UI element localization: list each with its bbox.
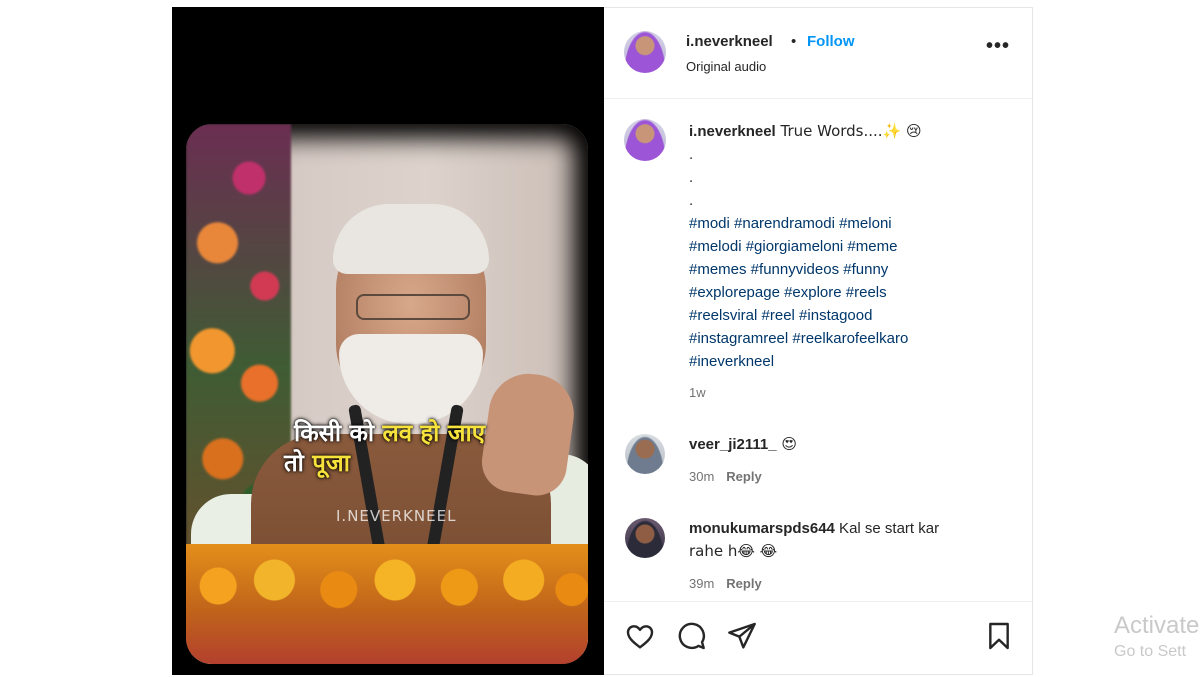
caption-author-avatar[interactable] bbox=[624, 119, 666, 161]
comment-timestamp[interactable]: 30m bbox=[689, 469, 714, 484]
author-username[interactable]: i.neverkneel bbox=[686, 33, 773, 50]
send-icon[interactable] bbox=[726, 620, 758, 652]
marigold-garland bbox=[186, 544, 588, 664]
hashtag-line[interactable]: #memes #funnyvideos #funny bbox=[689, 258, 888, 281]
reel-video[interactable]: किसी को लव हो जाए तो पूजा I.NEVERKNEEL bbox=[172, 7, 604, 675]
post-side-panel: i.neverkneel • Follow Original audio •••… bbox=[604, 7, 1033, 675]
hashtag-line[interactable]: #instagramreel #reelkarofeelkaro bbox=[689, 327, 908, 350]
comment-icon[interactable] bbox=[675, 620, 707, 652]
hashtag-line[interactable]: #explorepage #explore #reels bbox=[689, 281, 887, 304]
video-caption-line-2: तो पूजा bbox=[284, 449, 350, 477]
author-avatar[interactable] bbox=[624, 31, 666, 73]
caption-dot: . bbox=[689, 146, 694, 163]
commenter-avatar[interactable] bbox=[625, 518, 665, 558]
comment-timestamp[interactable]: 39m bbox=[689, 576, 714, 591]
video-caption-line-1: किसी को लव हो जाए bbox=[294, 419, 486, 447]
comment-text-line2: rahe h😂 😂 bbox=[689, 542, 778, 560]
separator-dot: • bbox=[791, 33, 797, 50]
video-watermark: I.NEVERKNEEL bbox=[336, 507, 457, 525]
video-frame: किसी को लव हो जाए तो पूजा I.NEVERKNEEL bbox=[186, 124, 588, 664]
audio-label[interactable]: Original audio bbox=[686, 59, 766, 74]
caption-first-line: i.neverkneel True Words....✨ 😢 bbox=[689, 122, 922, 140]
hashtag-line[interactable]: #reelsviral #reel #instagood bbox=[689, 304, 872, 327]
reply-button[interactable]: Reply bbox=[726, 576, 761, 591]
more-options-icon[interactable]: ••• bbox=[986, 35, 1010, 58]
comment-meta: 39m Reply bbox=[689, 576, 762, 591]
commenter-username[interactable]: monukumarspds644 bbox=[689, 520, 835, 537]
post-header: i.neverkneel • Follow Original audio ••• bbox=[604, 8, 1032, 99]
comment-text: veer_ji2111_ 😍 bbox=[689, 435, 798, 453]
reply-button[interactable]: Reply bbox=[726, 469, 761, 484]
activate-windows-title: Activate bbox=[1114, 612, 1200, 639]
heart-icon[interactable] bbox=[624, 620, 656, 652]
hashtag-line[interactable]: #melodi #giorgiameloni #meme bbox=[689, 235, 897, 258]
commenter-avatar[interactable] bbox=[625, 434, 665, 474]
caption-dot: . bbox=[689, 192, 694, 209]
hashtag-line[interactable]: #ineverkneel bbox=[689, 350, 774, 373]
comment-meta: 30m Reply bbox=[689, 469, 762, 484]
caption-username[interactable]: i.neverkneel bbox=[689, 123, 776, 140]
hashtag-line[interactable]: #modi #narendramodi #meloni bbox=[689, 212, 892, 235]
caption-timestamp[interactable]: 1w bbox=[689, 385, 706, 400]
caption-dot: . bbox=[689, 169, 694, 186]
action-bar bbox=[604, 601, 1032, 677]
comment-text: monukumarspds644 Kal se start kar bbox=[689, 520, 940, 537]
bookmark-icon[interactable] bbox=[983, 620, 1015, 652]
follow-button[interactable]: Follow bbox=[807, 33, 855, 50]
commenter-username[interactable]: veer_ji2111_ bbox=[689, 436, 777, 453]
activate-windows-subtitle: Go to Sett bbox=[1114, 643, 1187, 660]
